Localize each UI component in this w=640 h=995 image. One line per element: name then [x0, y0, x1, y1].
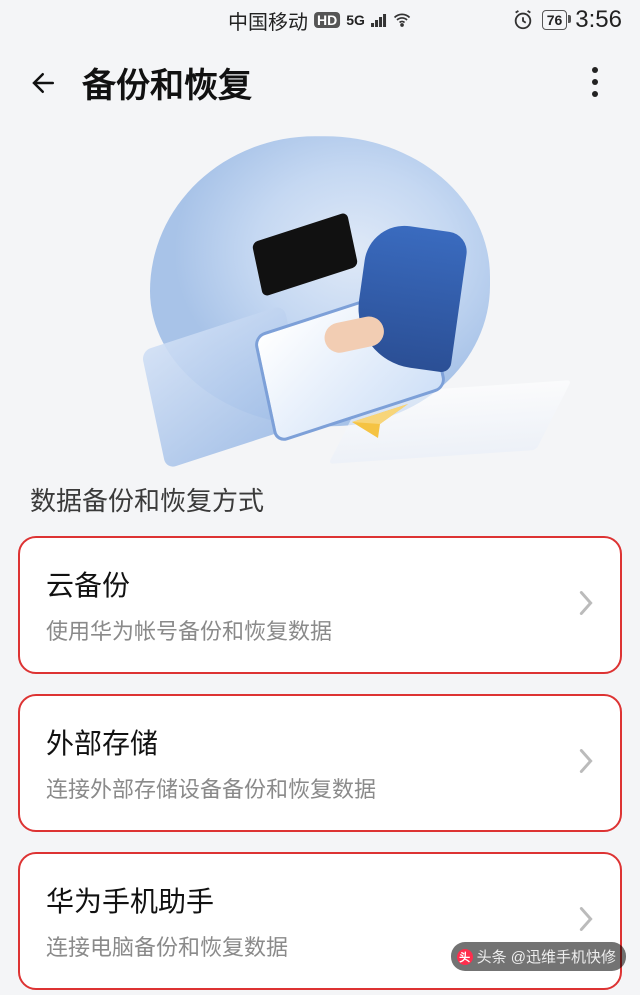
hd-badge: HD	[314, 12, 340, 28]
clock-label: 3:56	[575, 6, 622, 34]
carrier-label: 中国移动	[228, 6, 308, 35]
back-button[interactable]	[24, 63, 64, 103]
network-label: 5G	[346, 12, 365, 28]
option-title: 外部存储	[46, 722, 578, 762]
page-header: 备份和恢复	[0, 40, 640, 115]
watermark: 头 头条 @迅维手机快修	[451, 942, 626, 971]
more-button[interactable]	[580, 62, 610, 102]
options-list: 云备份 使用华为帐号备份和恢复数据 外部存储 连接外部存储设备备份和恢复数据 华…	[0, 536, 640, 990]
chevron-right-icon	[578, 589, 594, 622]
chevron-right-icon	[578, 747, 594, 780]
section-title: 数据备份和恢复方式	[0, 447, 640, 536]
paper-plane-icon	[350, 402, 410, 447]
status-right: 76 3:56	[512, 6, 622, 34]
page-title: 备份和恢复	[82, 58, 252, 107]
option-title: 云备份	[46, 564, 578, 604]
hero-illustration	[120, 127, 520, 447]
status-bar: 中国移动 HD 5G 76 3:56	[0, 0, 640, 40]
alarm-icon	[512, 9, 534, 31]
option-title: 华为手机助手	[46, 880, 578, 920]
option-external-storage[interactable]: 外部存储 连接外部存储设备备份和恢复数据	[18, 694, 622, 832]
signal-icon	[371, 13, 386, 27]
watermark-text: 头条 @迅维手机快修	[477, 946, 616, 967]
chevron-right-icon	[578, 905, 594, 938]
watermark-logo-icon: 头	[457, 949, 473, 965]
option-subtitle: 连接外部存储设备备份和恢复数据	[46, 772, 578, 804]
status-center: 中国移动 HD 5G	[228, 6, 412, 35]
option-subtitle: 使用华为帐号备份和恢复数据	[46, 614, 578, 646]
option-cloud-backup[interactable]: 云备份 使用华为帐号备份和恢复数据	[18, 536, 622, 674]
wifi-icon	[392, 10, 412, 30]
battery-icon: 76	[542, 10, 568, 30]
